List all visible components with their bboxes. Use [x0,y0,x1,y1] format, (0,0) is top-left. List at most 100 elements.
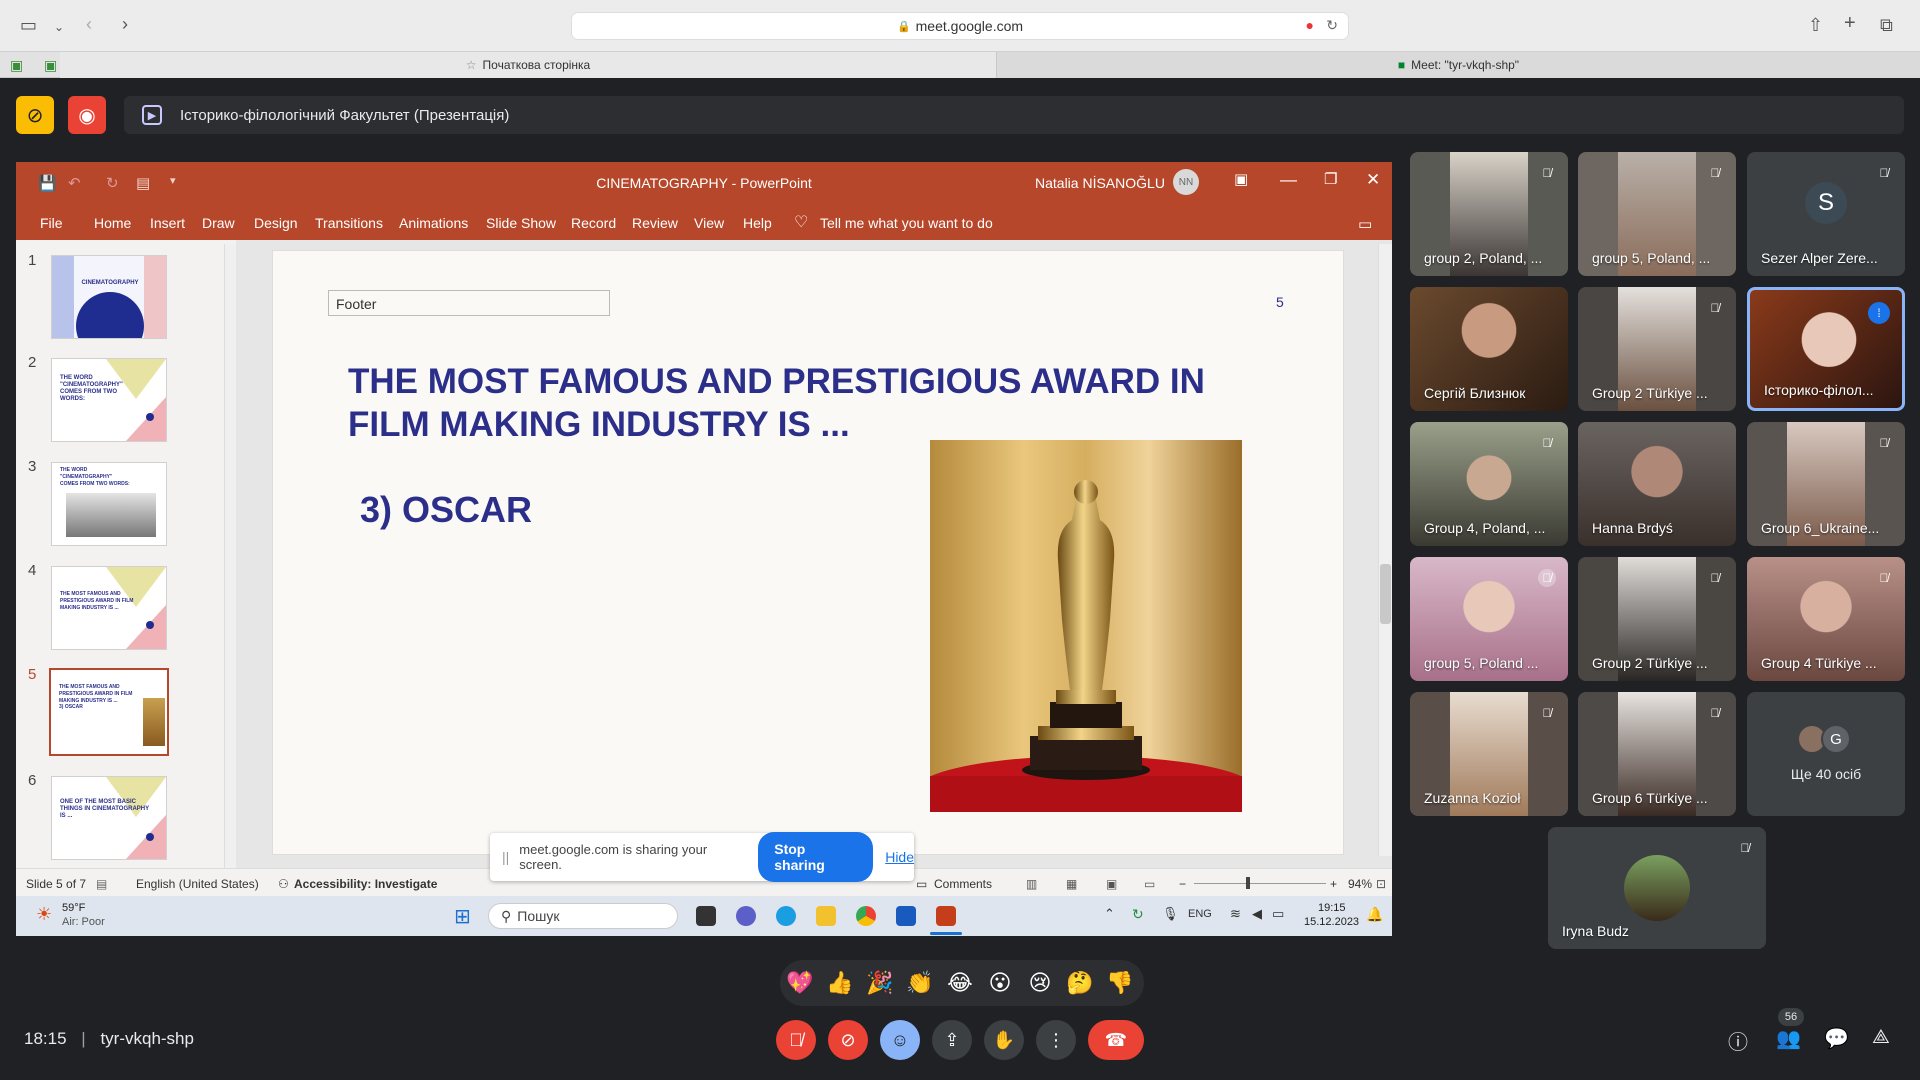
participant-tile[interactable]: S 🎙̸ Sezer Alper Zere... [1747,152,1905,276]
surprised-reaction-icon[interactable]: 😮 [982,965,1018,1001]
slide-thumbnail-5-selected[interactable]: THE MOST FAMOUS AND PRESTIGIOUS AWARD IN… [49,668,169,756]
thumbs-up-reaction-icon[interactable]: 👍 [822,965,858,1001]
laugh-reaction-icon[interactable]: 😂 [942,965,978,1001]
oscar-statuette-image[interactable] [916,440,1256,824]
participant-tile[interactable]: 🎙̸ group 2, Poland, ... [1410,152,1568,276]
slide-thumbnail-1[interactable]: CINEMATOGRAPHY [51,255,167,339]
menu-animations[interactable]: Animations [399,215,468,231]
teams-icon[interactable] [736,906,756,926]
forward-icon[interactable]: › [122,15,128,33]
thinking-reaction-icon[interactable]: 🤔 [1062,965,1098,1001]
participant-tile[interactable]: 🎙̸ Group 6 Türkiye ... [1578,692,1736,816]
slide-thumbnail-2[interactable]: THE WORD "CINEMATOGRAPHY" COMES FROM TWO… [51,358,167,442]
sidebar-toggle-icon[interactable]: ▭ [20,16,37,34]
thumbnail-scrollbar[interactable] [224,244,236,868]
minimize-icon[interactable]: — [1280,170,1297,190]
file-explorer-icon[interactable] [816,906,836,926]
tab-meet[interactable]: ■ Meet: "tyr-vkqh-shp" [997,52,1920,78]
chat-icon[interactable]: 💬 [1824,1026,1849,1051]
weather-icon[interactable]: ☀ [36,904,52,925]
participant-tile[interactable]: 🎙̸ group 5, Poland, ... [1578,152,1736,276]
new-tab-icon[interactable]: + [1844,13,1856,33]
address-bar[interactable]: 🔒 meet.google.com ● ↻ [571,12,1349,40]
activities-icon[interactable]: ⟁ [1872,1026,1890,1049]
task-view-icon[interactable] [696,906,716,926]
more-options-button[interactable]: ⋮ [1036,1020,1076,1060]
participant-tile[interactable]: Hanna Brdyś [1578,422,1736,546]
slide-thumbnail-4[interactable]: THE MOST FAMOUS AND PRESTIGIOUS AWARD IN… [51,566,167,650]
zoom-slider[interactable] [1194,883,1326,884]
slide-sorter-icon[interactable]: ▦ [1066,877,1077,891]
back-icon[interactable]: ‹ [86,15,92,33]
slide-scrollbar[interactable] [1378,244,1392,856]
tab-overview-icon[interactable]: ⧉ [1880,16,1893,34]
menu-draw[interactable]: Draw [202,215,235,231]
close-icon[interactable]: ✕ [1366,170,1380,190]
camera-off-button[interactable]: ⊘ [828,1020,868,1060]
bookmark-icon[interactable]: ▣ [44,56,57,74]
zoom-out-icon[interactable]: − [1179,877,1186,891]
slideshow-view-icon[interactable]: ▭ [1144,877,1155,891]
participant-tile[interactable]: 🎙̸ group 5, Poland ... [1410,557,1568,681]
taskbar-search[interactable]: ⚲ Пошук [488,903,678,929]
menu-slide-show[interactable]: Slide Show [486,215,556,231]
slide-thumbnail-6[interactable]: ONE OF THE MOST BASIC THINGS IN CINEMATO… [51,776,167,860]
menu-review[interactable]: Review [632,215,678,231]
microphone-icon[interactable]: 🎙 [1162,906,1179,922]
fit-slide-icon[interactable]: ⊡ [1376,877,1386,891]
menu-design[interactable]: Design [254,215,298,231]
participant-tile[interactable]: Сергій Близнюк [1410,287,1568,411]
comments-button[interactable]: Comments [934,877,992,891]
edge-icon[interactable] [776,906,796,926]
powerpoint-icon[interactable] [936,906,956,926]
leave-call-button[interactable]: ☎ [1088,1020,1144,1060]
restore-icon[interactable]: ❐ [1324,170,1337,188]
mic-indicator-icon[interactable]: ● [1306,17,1314,33]
heart-reaction-icon[interactable]: 💖 [782,965,818,1001]
sync-icon[interactable]: ↻ [1132,906,1144,923]
wifi-icon[interactable]: ≋ [1230,906,1241,922]
party-reaction-icon[interactable]: 🎉 [862,965,898,1001]
menu-help[interactable]: Help [743,215,772,231]
word-icon[interactable] [896,906,916,926]
zoom-in-icon[interactable]: + [1330,877,1337,891]
tab-start-page[interactable]: ☆ Початкова сторінка [60,52,997,78]
drag-handle-icon[interactable]: || [502,849,509,865]
menu-home[interactable]: Home [94,215,131,231]
battery-icon[interactable]: ▭ [1272,906,1284,922]
participant-tile[interactable]: 🎙̸ Group 2 Türkiye ... [1578,557,1736,681]
notification-bell-icon[interactable]: 🔔 [1366,906,1383,923]
input-language[interactable]: ENG [1188,908,1212,920]
participant-tile-speaking[interactable]: ⁞ Історико-філол... [1747,287,1905,411]
reactions-button[interactable]: ☺ [880,1020,920,1060]
reload-icon[interactable]: ↻ [1326,17,1338,34]
clock-date[interactable]: 15.12.2023 [1304,916,1359,928]
normal-view-icon[interactable]: ▥ [1026,877,1037,891]
present-button[interactable]: ⇪ [932,1020,972,1060]
spellcheck-icon[interactable]: ▤ [96,877,107,891]
reading-view-icon[interactable]: ▣ [1106,877,1117,891]
recording-icon[interactable]: ◉ [68,96,106,134]
menu-file[interactable]: File [40,215,63,231]
mic-off-button[interactable]: 🎙̸ [776,1020,816,1060]
raise-hand-button[interactable]: ✋ [984,1020,1024,1060]
participant-tile[interactable]: 🎙̸ Zuzanna Kozioł [1410,692,1568,816]
participant-tile[interactable]: 🎙̸ Group 6_Ukraine... [1747,422,1905,546]
share-icon[interactable]: ⇧ [1808,16,1823,34]
participant-tile[interactable]: 🎙̸ Group 4 Türkiye ... [1747,557,1905,681]
info-icon[interactable]: ⓘ [1728,1026,1748,1055]
avatar[interactable]: NN [1173,169,1199,195]
participant-tile[interactable]: 🎙̸ Iryna Budz [1548,827,1766,949]
windows-start-icon[interactable]: ⊞ [454,904,471,929]
chevron-down-icon[interactable]: ⌄ [54,18,64,36]
stop-presenting-icon[interactable]: ⊘ [16,96,54,134]
stop-sharing-button[interactable]: Stop sharing [758,832,874,882]
participant-tile[interactable]: 🎙̸ Group 2 Türkiye ... [1578,287,1736,411]
menu-transitions[interactable]: Transitions [315,215,383,231]
menu-view[interactable]: View [694,215,724,231]
more-participants-tile[interactable]: G Ще 40 осіб [1747,692,1905,816]
slide-thumbnail-3[interactable]: THE WORD "CINEMATOGRAPHY" COMES FROM TWO… [51,462,167,546]
tell-me-search[interactable]: Tell me what you want to do [820,215,993,231]
ribbon-display-icon[interactable]: ▣ [1234,170,1248,188]
sad-reaction-icon[interactable]: 😢 [1022,965,1058,1001]
